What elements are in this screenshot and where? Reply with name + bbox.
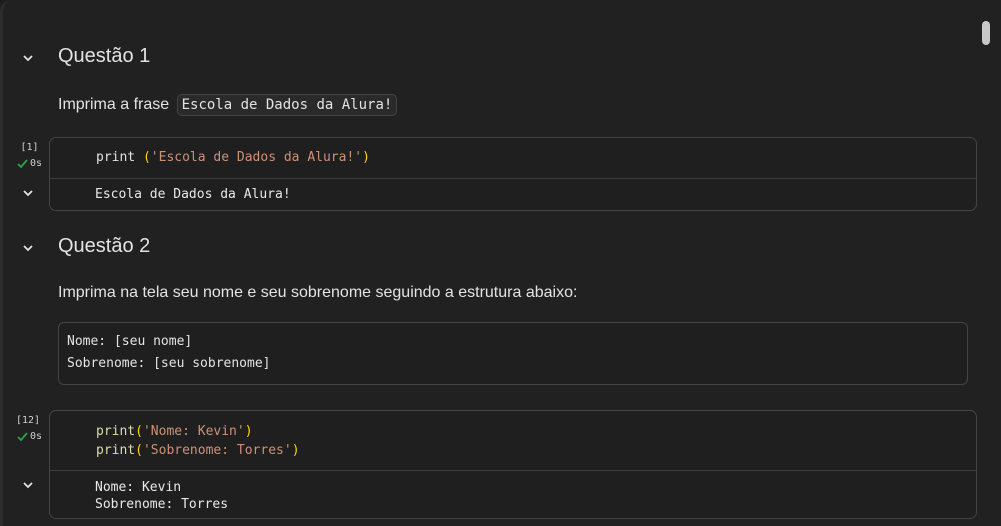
code-paren: ) (291, 443, 300, 458)
inline-code: Escola de Dados da Alura! (176, 94, 398, 116)
code-string: 'Nome: Kevin' (142, 424, 245, 439)
execution-time: 0s (30, 158, 43, 169)
code-cell-2[interactable]: print('Nome: Kevin') print('Sobrenome: T… (49, 410, 977, 519)
code-block-line: Sobrenome: [seu sobrenome] (67, 356, 271, 371)
output-line: Escola de Dados da Alura! (95, 187, 291, 202)
execution-count: [1] (20, 142, 39, 153)
check-icon (17, 431, 28, 441)
code-editor[interactable]: print ('Escola de Dados da Alura!') (50, 138, 976, 178)
execution-indicator: [1] 0s (17, 142, 42, 169)
code-paren: ( (142, 150, 151, 165)
code-block: Nome: [seu nome] Sobrenome: [seu sobreno… (58, 322, 968, 385)
notebook-frame: Questão 1 Imprima a frase Escola de Dado… (0, 0, 1001, 526)
chevron-down-icon[interactable] (22, 479, 34, 491)
code-fn: print (96, 424, 136, 439)
instruction-text: Imprima a frase (58, 96, 170, 113)
code-paren: ( (135, 424, 143, 439)
code-editor[interactable]: print('Nome: Kevin') print('Sobrenome: T… (50, 411, 976, 470)
code-cell-1[interactable]: print ('Escola de Dados da Alura!') Esco… (49, 137, 977, 211)
cell-output: Escola de Dados da Alura! (50, 178, 976, 210)
section-heading-2: Questão 2 (58, 235, 151, 257)
code-string: 'Escola de Dados da Alura!' (150, 150, 363, 165)
code-paren: ( (135, 443, 143, 458)
code-line: print('Nome: Kevin') (96, 422, 976, 441)
code-paren: ) (244, 424, 253, 439)
instruction-2: Imprima na tela seu nome e seu sobrenome… (58, 284, 578, 301)
code-sep (135, 150, 143, 165)
code-line: print ('Escola de Dados da Alura!') (96, 148, 976, 167)
chevron-down-icon[interactable] (22, 187, 34, 199)
section-heading-1: Questão 1 (58, 45, 151, 67)
code-string: 'Sobrenome: Torres' (142, 443, 292, 458)
code-fn: print (96, 443, 136, 458)
code-line: print('Sobrenome: Torres') (96, 441, 976, 460)
code-block-line: Nome: [seu nome] (67, 334, 193, 349)
chevron-down-icon[interactable] (22, 242, 34, 254)
execution-count: [12] (15, 415, 41, 426)
code-paren: ) (362, 150, 370, 165)
execution-time: 0s (30, 431, 43, 442)
instruction-1: Imprima a frase Escola de Dados da Alura… (58, 94, 398, 116)
scrollbar-thumb[interactable] (982, 21, 990, 45)
cell-output: Nome: Kevin Sobrenome: Torres (50, 470, 976, 518)
chevron-down-icon[interactable] (22, 52, 34, 64)
output-line: Sobrenome: Torres (95, 497, 229, 512)
code-fn: print (96, 150, 136, 165)
output-line: Nome: Kevin (95, 480, 182, 495)
check-icon (17, 158, 28, 168)
execution-indicator: [12] 0s (14, 415, 42, 442)
